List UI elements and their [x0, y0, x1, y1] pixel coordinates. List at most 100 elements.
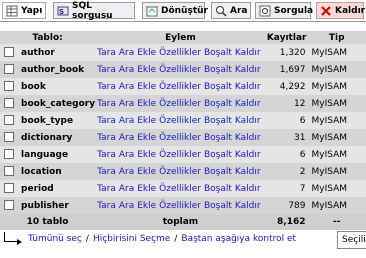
action-link[interactable]: Boşalt [204, 48, 232, 58]
table-name[interactable]: book_type [17, 112, 96, 129]
action-link[interactable]: Ara [119, 48, 134, 58]
action-link[interactable]: Kaldır [235, 99, 261, 109]
table-name[interactable]: book [17, 78, 96, 95]
total-type: -- [307, 214, 366, 230]
row-checkbox[interactable] [3, 166, 14, 177]
action-link[interactable]: Ekle [137, 116, 156, 126]
table-name[interactable]: publisher [17, 197, 96, 214]
action-link[interactable]: Boşalt [204, 82, 232, 92]
action-link[interactable]: Özellikler [159, 167, 201, 177]
action-link[interactable]: Ekle [137, 201, 156, 211]
row-count: 12 [265, 95, 308, 112]
action-link[interactable]: Boşalt [204, 133, 232, 143]
svg-text:S: S [59, 8, 64, 16]
row-checkbox-cell [0, 112, 18, 129]
with-selected-dropdown[interactable]: Seçili [337, 231, 366, 249]
total-row: 10 tablo toplam 8,162 -- [0, 214, 366, 230]
action-link[interactable]: Boşalt [204, 99, 232, 109]
action-link[interactable]: Tara [97, 133, 116, 143]
action-link[interactable]: Kaldır [235, 82, 261, 92]
action-link[interactable]: Ekle [137, 167, 156, 177]
action-link[interactable]: Tara [97, 99, 116, 109]
action-link[interactable]: Kaldır [235, 65, 261, 75]
action-link[interactable]: Tara [97, 48, 116, 58]
action-link[interactable]: Ara [119, 116, 134, 126]
action-link[interactable]: Ekle [137, 99, 156, 109]
action-link[interactable]: Ara [119, 184, 134, 194]
action-link[interactable]: Ara [119, 150, 134, 160]
tab-search[interactable]: Ara [211, 2, 251, 19]
action-link[interactable]: Ara [119, 133, 134, 143]
action-link[interactable]: Tara [97, 82, 116, 92]
row-count: 789 [265, 197, 308, 214]
row-checkbox[interactable] [3, 183, 14, 194]
action-link[interactable]: Özellikler [159, 116, 201, 126]
action-link[interactable]: Özellikler [159, 65, 201, 75]
action-link[interactable]: Özellikler [159, 133, 201, 143]
row-checkbox[interactable] [3, 98, 14, 109]
uncheck-all-link[interactable]: Hiçbirisini Seçme [93, 234, 170, 244]
action-link[interactable]: Boşalt [204, 116, 232, 126]
action-link[interactable]: Boşalt [204, 65, 232, 75]
check-all-link[interactable]: Tümünü seç [28, 234, 82, 244]
table-name[interactable]: language [17, 146, 96, 163]
tab-export[interactable]: Dönüştür [142, 2, 208, 19]
row-checkbox[interactable] [3, 64, 14, 75]
table-name[interactable]: author_book [17, 61, 96, 78]
action-link[interactable]: Özellikler [159, 201, 201, 211]
action-link[interactable]: Ara [119, 201, 134, 211]
row-checkbox[interactable] [3, 149, 14, 160]
table-row: book_type Tara Ara Ekle Özellikler Boşalt Kald… [0, 112, 366, 129]
action-link[interactable]: Ekle [137, 82, 156, 92]
row-checkbox-cell [0, 129, 18, 146]
action-link[interactable]: Ara [119, 65, 134, 75]
check-overhead-link[interactable]: Baştan aşağıya kontrol et [181, 234, 296, 244]
row-checkbox[interactable] [3, 47, 14, 58]
action-link[interactable]: Özellikler [159, 150, 201, 160]
tab-sql[interactable]: S SQL sorgusu [53, 1, 135, 21]
action-link[interactable]: Ekle [137, 133, 156, 143]
table-name[interactable]: location [17, 163, 96, 180]
row-checkbox[interactable] [3, 200, 14, 211]
action-link[interactable]: Tara [97, 150, 116, 160]
action-link[interactable]: Tara [97, 116, 116, 126]
action-link[interactable]: Tara [97, 65, 116, 75]
action-link[interactable]: Tara [97, 167, 116, 177]
action-link[interactable]: Ekle [137, 150, 156, 160]
table-name[interactable]: author [17, 44, 96, 61]
action-link[interactable]: Kaldır [235, 133, 261, 143]
tab-structure[interactable]: Yapı [2, 2, 46, 19]
action-link[interactable]: Kaldır [235, 150, 261, 160]
row-checkbox[interactable] [3, 115, 14, 126]
action-link[interactable]: Boşalt [204, 150, 232, 160]
table-name[interactable]: book_category [17, 95, 96, 112]
action-link[interactable]: Tara [97, 184, 116, 194]
table-row: period Tara Ara Ekle Özellikler Boşalt Kaldır 7… [0, 180, 366, 197]
action-link[interactable]: Özellikler [159, 184, 201, 194]
table-name[interactable]: period [17, 180, 96, 197]
action-link[interactable]: Kaldır [235, 48, 261, 58]
tab-query[interactable]: Sorgula [255, 2, 313, 19]
action-link[interactable]: Kaldır [235, 184, 261, 194]
action-link[interactable]: Özellikler [159, 48, 201, 58]
action-link[interactable]: Ekle [137, 65, 156, 75]
action-link[interactable]: Kaldır [235, 201, 261, 211]
tab-drop[interactable]: Kaldır [316, 2, 365, 19]
action-link[interactable]: Boşalt [204, 167, 232, 177]
action-link[interactable]: Ara [119, 82, 134, 92]
row-checkbox[interactable] [3, 132, 14, 143]
table-name[interactable]: dictionary [17, 129, 96, 146]
action-link[interactable]: Kaldır [235, 116, 261, 126]
row-actions: Tara Ara Ekle Özellikler Boşalt Kaldır [95, 61, 266, 78]
action-link[interactable]: Boşalt [204, 201, 232, 211]
action-link[interactable]: Özellikler [159, 82, 201, 92]
action-link[interactable]: Ara [119, 99, 134, 109]
action-link[interactable]: Boşalt [204, 184, 232, 194]
action-link[interactable]: Kaldır [235, 167, 261, 177]
action-link[interactable]: Ekle [137, 48, 156, 58]
action-link[interactable]: Ekle [137, 184, 156, 194]
action-link[interactable]: Özellikler [159, 99, 201, 109]
action-link[interactable]: Tara [97, 201, 116, 211]
action-link[interactable]: Ara [119, 167, 134, 177]
row-checkbox[interactable] [3, 81, 14, 92]
